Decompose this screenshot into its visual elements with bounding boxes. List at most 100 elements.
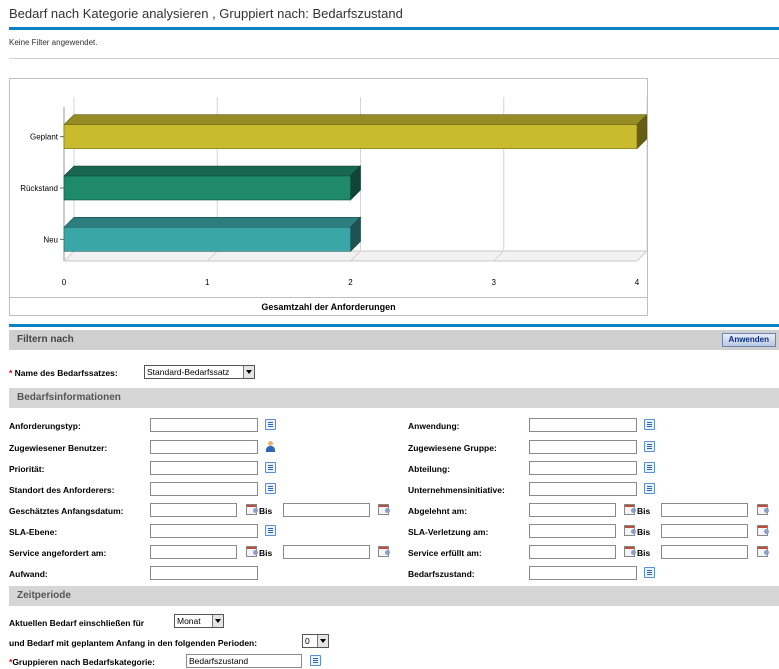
bar-top <box>63 114 647 125</box>
x-tick-label: 3 <box>492 278 497 287</box>
rejected-label: Abgelehnt am: <box>408 506 468 516</box>
application-input[interactable] <box>529 418 637 432</box>
service-requested-from-input[interactable] <box>150 545 237 559</box>
bar <box>63 124 638 149</box>
bar-top <box>63 217 362 228</box>
service-fulfilled-to-input[interactable] <box>661 545 748 559</box>
application-label: Anwendung: <box>408 421 460 431</box>
time-period-header-label: Zeitperiode <box>17 590 71 601</box>
title-divider <box>9 27 779 30</box>
demand-set-select[interactable]: Standard-Bedarfssatz <box>144 365 255 379</box>
chevron-down-icon <box>212 615 223 627</box>
list-icon[interactable] <box>265 525 276 536</box>
department-input[interactable] <box>529 461 637 475</box>
calendar-icon[interactable] <box>757 504 769 515</box>
list-icon[interactable] <box>265 483 276 494</box>
initiative-label: Unternehmensinitiative: <box>408 485 505 495</box>
page-title: Bedarf nach Kategorie analysieren , Grup… <box>9 6 403 21</box>
chevron-down-icon <box>243 366 254 378</box>
demand-info-header-label: Bedarfsinformationen <box>17 392 121 403</box>
assigned-group-input[interactable] <box>529 440 637 454</box>
initiative-input[interactable] <box>529 482 637 496</box>
demand-set-value: Standard-Bedarfssatz <box>147 367 230 377</box>
to-label: Bis <box>259 506 273 516</box>
filter-header-label: Filtern nach <box>17 334 74 345</box>
sla-violation-from-input[interactable] <box>529 524 616 538</box>
demand-state-input[interactable] <box>529 566 637 580</box>
calendar-icon[interactable] <box>624 525 636 536</box>
to-label: Bis <box>637 506 651 516</box>
list-icon[interactable] <box>644 419 655 430</box>
effort-label: Aufwand: <box>9 569 48 579</box>
list-icon[interactable] <box>310 655 321 666</box>
requestor-location-label: Standort des Anforderers: <box>9 485 115 495</box>
list-icon[interactable] <box>265 462 276 473</box>
demand-set-label: * Name des Bedarfssatzes: <box>9 368 118 378</box>
sla-violation-to-input[interactable] <box>661 524 748 538</box>
to-label: Bis <box>637 527 651 537</box>
include-period-select[interactable]: Monat <box>174 614 224 628</box>
group-by-label-text: Gruppieren nach Bedarfskategorie: <box>12 657 155 667</box>
service-requested-label: Service angefordert am: <box>9 548 107 558</box>
demand-chart: 0 1 2 3 4 Geplant Rückstand Neu Gesamtzahl der … <box>9 78 648 316</box>
x-tick-label: 1 <box>205 278 210 287</box>
planned-periods-label: und Bedarf mit geplantem Anfang in den f… <box>9 638 258 648</box>
y-tick-label: Neu <box>43 235 58 244</box>
section-divider <box>9 324 779 327</box>
include-period-value: Monat <box>177 616 201 626</box>
request-type-label: Anforderungstyp: <box>9 421 81 431</box>
calendar-icon[interactable] <box>378 546 390 557</box>
demand-state-label: Bedarfszustand: <box>408 569 475 579</box>
to-label: Bis <box>637 548 651 558</box>
chart-xlabel: Gesamtzahl der Anforderungen <box>10 297 647 316</box>
calendar-icon[interactable] <box>246 504 258 515</box>
planned-periods-select[interactable]: 0 <box>302 634 329 648</box>
demand-set-label-text: Name des Bedarfssatzes: <box>14 368 118 378</box>
assigned-user-input[interactable] <box>150 440 258 454</box>
sla-violation-label: SLA-Verletzung am: <box>408 527 489 537</box>
service-requested-to-input[interactable] <box>283 545 370 559</box>
sla-level-input[interactable] <box>150 524 258 538</box>
est-start-to-input[interactable] <box>283 503 370 517</box>
calendar-icon[interactable] <box>378 504 390 515</box>
time-period-header: Zeitperiode <box>9 586 779 606</box>
planned-periods-value: 0 <box>305 636 310 646</box>
no-filter-text: Keine Filter angewendet. <box>9 38 98 47</box>
request-type-input[interactable] <box>150 418 258 432</box>
effort-input[interactable] <box>150 566 258 580</box>
requestor-location-input[interactable] <box>150 482 258 496</box>
demand-info-header: Bedarfsinformationen <box>9 388 779 408</box>
service-fulfilled-label: Service erfüllt am: <box>408 548 482 558</box>
group-by-label: *Gruppieren nach Bedarfskategorie: <box>9 657 155 667</box>
list-icon[interactable] <box>644 462 655 473</box>
bar <box>63 227 351 252</box>
priority-label: Priorität: <box>9 464 45 474</box>
filter-header: Filtern nach Anwenden <box>9 330 779 350</box>
calendar-icon[interactable] <box>624 546 636 557</box>
calendar-icon[interactable] <box>757 525 769 536</box>
list-icon[interactable] <box>644 567 655 578</box>
y-tick-label: Rückstand <box>20 184 58 193</box>
apply-button[interactable]: Anwenden <box>721 333 776 347</box>
priority-input[interactable] <box>150 461 258 475</box>
assigned-user-label: Zugewiesener Benutzer: <box>9 443 108 453</box>
list-icon[interactable] <box>644 441 655 452</box>
include-label: Aktuellen Bedarf einschließen für <box>9 618 145 628</box>
rejected-to-input[interactable] <box>661 503 748 517</box>
group-by-input[interactable]: Bedarfszustand <box>186 654 302 668</box>
user-icon[interactable] <box>265 441 276 452</box>
list-icon[interactable] <box>265 419 276 430</box>
department-label: Abteilung: <box>408 464 451 474</box>
x-tick-label: 2 <box>348 278 353 287</box>
x-tick-label: 4 <box>635 278 640 287</box>
chart-plot: 0 1 2 3 4 Geplant Rückstand Neu <box>20 97 647 287</box>
calendar-icon[interactable] <box>757 546 769 557</box>
list-icon[interactable] <box>644 483 655 494</box>
divider <box>9 58 779 59</box>
service-fulfilled-from-input[interactable] <box>529 545 616 559</box>
calendar-icon[interactable] <box>624 504 636 515</box>
calendar-icon[interactable] <box>246 546 258 557</box>
bar <box>63 175 351 201</box>
rejected-from-input[interactable] <box>529 503 616 517</box>
est-start-from-input[interactable] <box>150 503 237 517</box>
